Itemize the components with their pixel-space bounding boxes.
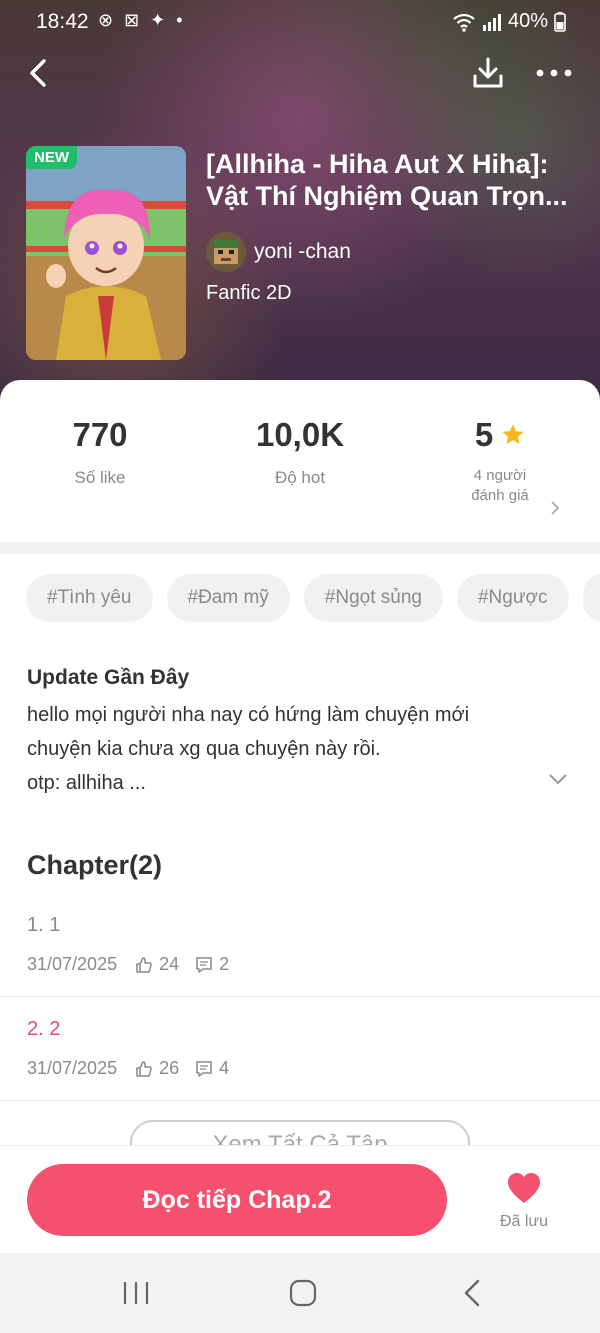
- tag-list: #Tình yêu #Đam mỹ #Ngọt sủng #Ngược: [26, 574, 600, 622]
- section-divider: [0, 542, 600, 554]
- stat-hot: 10,0K Độ hot: [200, 416, 400, 488]
- saved-button[interactable]: Đã lưu: [490, 1172, 558, 1231]
- book-cover[interactable]: NEW: [26, 146, 186, 360]
- update-line: otp: allhiha ...: [27, 772, 146, 794]
- signal-icon: [482, 13, 501, 31]
- author[interactable]: yoni -chan: [206, 232, 351, 272]
- book-title: [Allhiha - Hiha Aut X Hiha]: Vật Thí Ngh…: [206, 148, 586, 212]
- comment-icon: [196, 1060, 212, 1077]
- tag-chip[interactable]: #Ngọt sủng: [303, 574, 443, 622]
- status-bar: 18:42 ⊗ ⊠ ✦ • 40%: [0, 0, 600, 44]
- back-arrow-icon: [30, 59, 46, 87]
- download-button[interactable]: [466, 50, 510, 96]
- likes-value: 770: [72, 416, 128, 453]
- back-button[interactable]: [18, 50, 58, 96]
- chapter-row[interactable]: 1. 1 31/07/2025 24 2: [0, 914, 600, 1018]
- chapter-likes: 26: [159, 1058, 180, 1078]
- home-icon: [289, 1279, 317, 1307]
- thumb-up-icon: [136, 1060, 152, 1077]
- status-right: 40%: [452, 10, 566, 33]
- rating-label-line2: đánh giá: [471, 487, 529, 504]
- tag-chip[interactable]: #Tình yêu: [26, 574, 153, 622]
- expand-button[interactable]: [548, 772, 576, 794]
- hot-value: 10,0K: [255, 416, 345, 453]
- tag-chip-partial[interactable]: [582, 574, 600, 622]
- chapter-comments: 4: [219, 1058, 230, 1078]
- row-divider: [0, 996, 600, 997]
- book-title-line1: [Allhiha - Hiha Aut X Hiha]:: [206, 149, 549, 179]
- likes-label: Số like: [74, 468, 126, 487]
- cover-image: [26, 146, 186, 360]
- heart-icon: [508, 1173, 540, 1203]
- back-icon: [464, 1279, 480, 1307]
- chapter-meta: 31/07/2025 24 2: [27, 954, 245, 975]
- rating-label: 4 người đánh giá: [400, 466, 600, 506]
- system-nav-bar: [0, 1253, 600, 1333]
- more-icon: [536, 69, 572, 77]
- chapter-row[interactable]: 2. 2 31/07/2025 26 4: [0, 1018, 600, 1122]
- stat-likes: 770 Số like: [0, 416, 200, 488]
- thumb-up-icon: [136, 956, 152, 973]
- wifi-icon: [453, 13, 475, 32]
- hot-label: Độ hot: [274, 468, 326, 487]
- chapter-date: 31/07/2025: [27, 1058, 118, 1078]
- stat-rating[interactable]: 5 4 người đánh giá: [400, 416, 600, 515]
- chapter-title: 1. 1: [27, 914, 61, 936]
- continue-reading-button[interactable]: Đọc tiếp Chap.2: [27, 1164, 447, 1236]
- recent-apps-icon: [123, 1282, 149, 1304]
- chapter-heading: Chapter(2): [27, 850, 163, 880]
- star-icon: [502, 424, 524, 444]
- chapter-likes: 24: [159, 954, 180, 974]
- comment-icon: [196, 956, 212, 973]
- home-button[interactable]: [283, 1275, 323, 1311]
- chapter-meta: 31/07/2025 26 4: [27, 1058, 245, 1079]
- notification-icons: ⊗ ⊠ ✦ •: [98, 10, 186, 30]
- top-bar: [0, 50, 600, 100]
- update-title: Update Gần Đây: [27, 666, 190, 689]
- author-name: yoni -chan: [254, 240, 351, 263]
- stats-row: 770 Số like 10,0K Độ hot 5 4 người đánh …: [0, 416, 600, 528]
- genre-label: Fanfic 2D: [206, 282, 292, 304]
- update-line: chuyện kia chưa xg qua chuyện này rồi.: [27, 738, 381, 760]
- chapter-title: 2. 2: [27, 1018, 61, 1040]
- saved-label: Đã lưu: [499, 1213, 549, 1230]
- battery-percent: 40%: [507, 10, 548, 32]
- avatar-image: [206, 232, 246, 272]
- new-badge: NEW: [26, 146, 77, 169]
- tag-chip[interactable]: #Đam mỹ: [166, 574, 290, 622]
- update-body: hello mọi người nha nay có hứng làm chuy…: [27, 698, 547, 800]
- avatar: [206, 232, 246, 272]
- more-button[interactable]: [530, 50, 578, 96]
- tag-chip[interactable]: #Ngược: [456, 574, 569, 622]
- download-icon: [473, 57, 503, 88]
- chevron-right-icon: [551, 501, 560, 515]
- update-line: hello mọi người nha nay có hứng làm chuy…: [27, 704, 470, 726]
- row-divider: [0, 1100, 600, 1101]
- battery-icon: [554, 11, 566, 32]
- system-back-button[interactable]: [452, 1275, 492, 1311]
- rating-label-line1: 4 người: [473, 467, 527, 484]
- rating-value: 5: [474, 416, 494, 453]
- action-bar: Đọc tiếp Chap.2 Đã lưu: [0, 1145, 600, 1253]
- rating-value-wrap: 5: [400, 416, 600, 454]
- book-title-line2: Vật Thí Nghiệm Quan Trọn...: [206, 181, 568, 211]
- chevron-down-icon: [549, 774, 567, 785]
- status-time: 18:42: [36, 10, 89, 33]
- recent-apps-button[interactable]: [116, 1275, 156, 1311]
- chapter-comments: 2: [219, 954, 230, 974]
- chapter-date: 31/07/2025: [27, 954, 118, 974]
